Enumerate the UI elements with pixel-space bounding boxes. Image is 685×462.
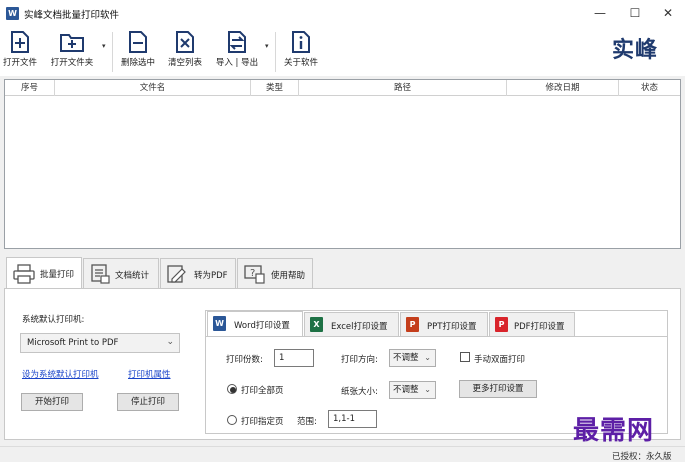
tab-convert-pdf[interactable]: 转为PDF xyxy=(160,258,236,288)
toolbar-separator xyxy=(112,32,113,72)
printer-properties-link[interactable]: 打印机属性 xyxy=(128,368,171,380)
brand-logo: 实峰 xyxy=(612,37,659,63)
column-header[interactable]: 类型 xyxy=(251,80,299,96)
maximize-button[interactable]: ☐ xyxy=(618,2,652,24)
column-header[interactable]: 文件名 xyxy=(55,80,251,96)
paper-size-value: 不调整 xyxy=(393,385,419,395)
app-icon: W xyxy=(6,7,19,20)
column-header[interactable]: 状态 xyxy=(619,80,680,96)
about-button[interactable]: 关于软件 xyxy=(280,30,322,74)
printer-label: 系统默认打印机: xyxy=(22,315,85,325)
orientation-select[interactable]: 不调整 ⌄ xyxy=(389,349,436,367)
stop-print-button[interactable]: 停止打印 xyxy=(117,393,179,411)
print-range-radio[interactable] xyxy=(227,415,237,425)
printer-selected-value: Microsoft Print to PDF xyxy=(27,338,119,348)
chevron-down-icon: ⌄ xyxy=(424,353,431,362)
info-icon xyxy=(292,31,310,53)
tab-label: Word打印设置 xyxy=(234,321,290,331)
orientation-value: 不调整 xyxy=(393,353,419,363)
open-file-icon xyxy=(11,31,29,53)
copies-label: 打印份数: xyxy=(226,355,263,365)
file-table[interactable]: 序号 文件名 类型 路径 修改日期 状态 xyxy=(4,79,681,249)
tab-label: 文档统计 xyxy=(115,271,150,281)
close-button[interactable]: ✕ xyxy=(651,2,685,24)
open-file-button[interactable]: 打开文件 xyxy=(0,30,40,74)
range-input[interactable]: 1,1-1 xyxy=(328,410,377,428)
tab-label: Excel打印设置 xyxy=(331,322,388,332)
column-header[interactable]: 序号 xyxy=(5,80,55,96)
paper-size-label: 纸张大小: xyxy=(341,387,378,397)
document-stats-icon xyxy=(91,264,110,284)
convert-pdf-icon xyxy=(167,265,186,283)
tab-label: 使用帮助 xyxy=(271,271,306,281)
chevron-down-icon: ⌄ xyxy=(166,337,174,347)
orientation-label: 打印方向: xyxy=(341,355,378,365)
toolbar-separator xyxy=(275,32,276,72)
chevron-down-icon: ⌄ xyxy=(424,385,431,394)
printer-select[interactable]: Microsoft Print to PDF ⌄ xyxy=(20,333,180,353)
tab-label: 转为PDF xyxy=(194,271,228,281)
import-export-label: 导入 | 导出 xyxy=(215,58,259,68)
tab-batch-print[interactable]: 批量打印 xyxy=(6,257,82,288)
tab-document-stats[interactable]: 文档统计 xyxy=(83,258,159,288)
clear-list-icon xyxy=(176,31,194,53)
status-bar xyxy=(0,446,685,460)
tab-label: PDF打印设置 xyxy=(514,322,565,332)
ppt-icon: P xyxy=(406,317,419,332)
printer-icon xyxy=(13,264,35,284)
delete-icon xyxy=(129,31,147,53)
delete-selected-label: 删除选中 xyxy=(120,58,155,68)
word-icon: W xyxy=(213,316,226,331)
about-label: 关于软件 xyxy=(283,58,318,68)
excel-icon: X xyxy=(310,317,323,332)
minimize-button[interactable]: — xyxy=(583,2,617,24)
range-label: 范围: xyxy=(297,417,317,427)
duplex-checkbox[interactable] xyxy=(460,352,470,362)
more-print-settings-button[interactable]: 更多打印设置 xyxy=(459,380,537,398)
delete-selected-button[interactable]: 删除选中 xyxy=(116,30,160,74)
tab-ppt-settings[interactable]: P PPT打印设置 xyxy=(400,312,488,336)
tab-excel-settings[interactable]: X Excel打印设置 xyxy=(304,312,399,336)
set-default-printer-link[interactable]: 设为系统默认打印机 xyxy=(22,368,99,380)
open-folder-button[interactable]: 打开文件夹 xyxy=(46,30,98,74)
window-title: 实峰文档批量打印软件 xyxy=(24,10,120,21)
table-header: 序号 文件名 类型 路径 修改日期 状态 xyxy=(5,80,680,96)
import-export-dropdown[interactable]: ▾ xyxy=(265,42,269,50)
duplex-label: 手动双面打印 xyxy=(474,355,526,365)
tab-help[interactable]: ? 使用帮助 xyxy=(237,258,313,288)
watermark: 最需网 xyxy=(573,416,655,446)
tab-label: PPT打印设置 xyxy=(427,322,477,332)
print-all-label: 打印全部页 xyxy=(241,386,284,396)
clear-list-button[interactable]: 清空列表 xyxy=(163,30,207,74)
open-folder-label: 打开文件夹 xyxy=(50,58,94,68)
clear-list-label: 清空列表 xyxy=(167,58,202,68)
column-header[interactable]: 修改日期 xyxy=(507,80,619,96)
help-icon: ? xyxy=(244,265,265,284)
license-status: 已授权：永久版 xyxy=(612,452,672,462)
pdf-icon: P xyxy=(495,317,508,332)
open-file-label: 打开文件 xyxy=(2,58,37,68)
start-print-button[interactable]: 开始打印 xyxy=(21,393,83,411)
column-header[interactable]: 路径 xyxy=(299,80,507,96)
svg-text:?: ? xyxy=(250,268,255,279)
copies-input[interactable]: 1 xyxy=(274,349,314,367)
import-export-button[interactable]: 导入 | 导出 xyxy=(211,30,263,74)
import-export-icon xyxy=(228,31,246,53)
tab-label: 批量打印 xyxy=(40,270,75,280)
paper-size-select[interactable]: 不调整 ⌄ xyxy=(389,381,436,399)
print-all-radio[interactable] xyxy=(227,384,237,394)
print-range-label: 打印指定页 xyxy=(241,417,284,427)
tab-word-settings[interactable]: W Word打印设置 xyxy=(207,311,303,336)
toolbar xyxy=(0,26,685,76)
tab-pdf-settings[interactable]: P PDF打印设置 xyxy=(489,312,575,336)
open-folder-icon xyxy=(60,34,84,52)
open-folder-dropdown[interactable]: ▾ xyxy=(102,42,106,50)
